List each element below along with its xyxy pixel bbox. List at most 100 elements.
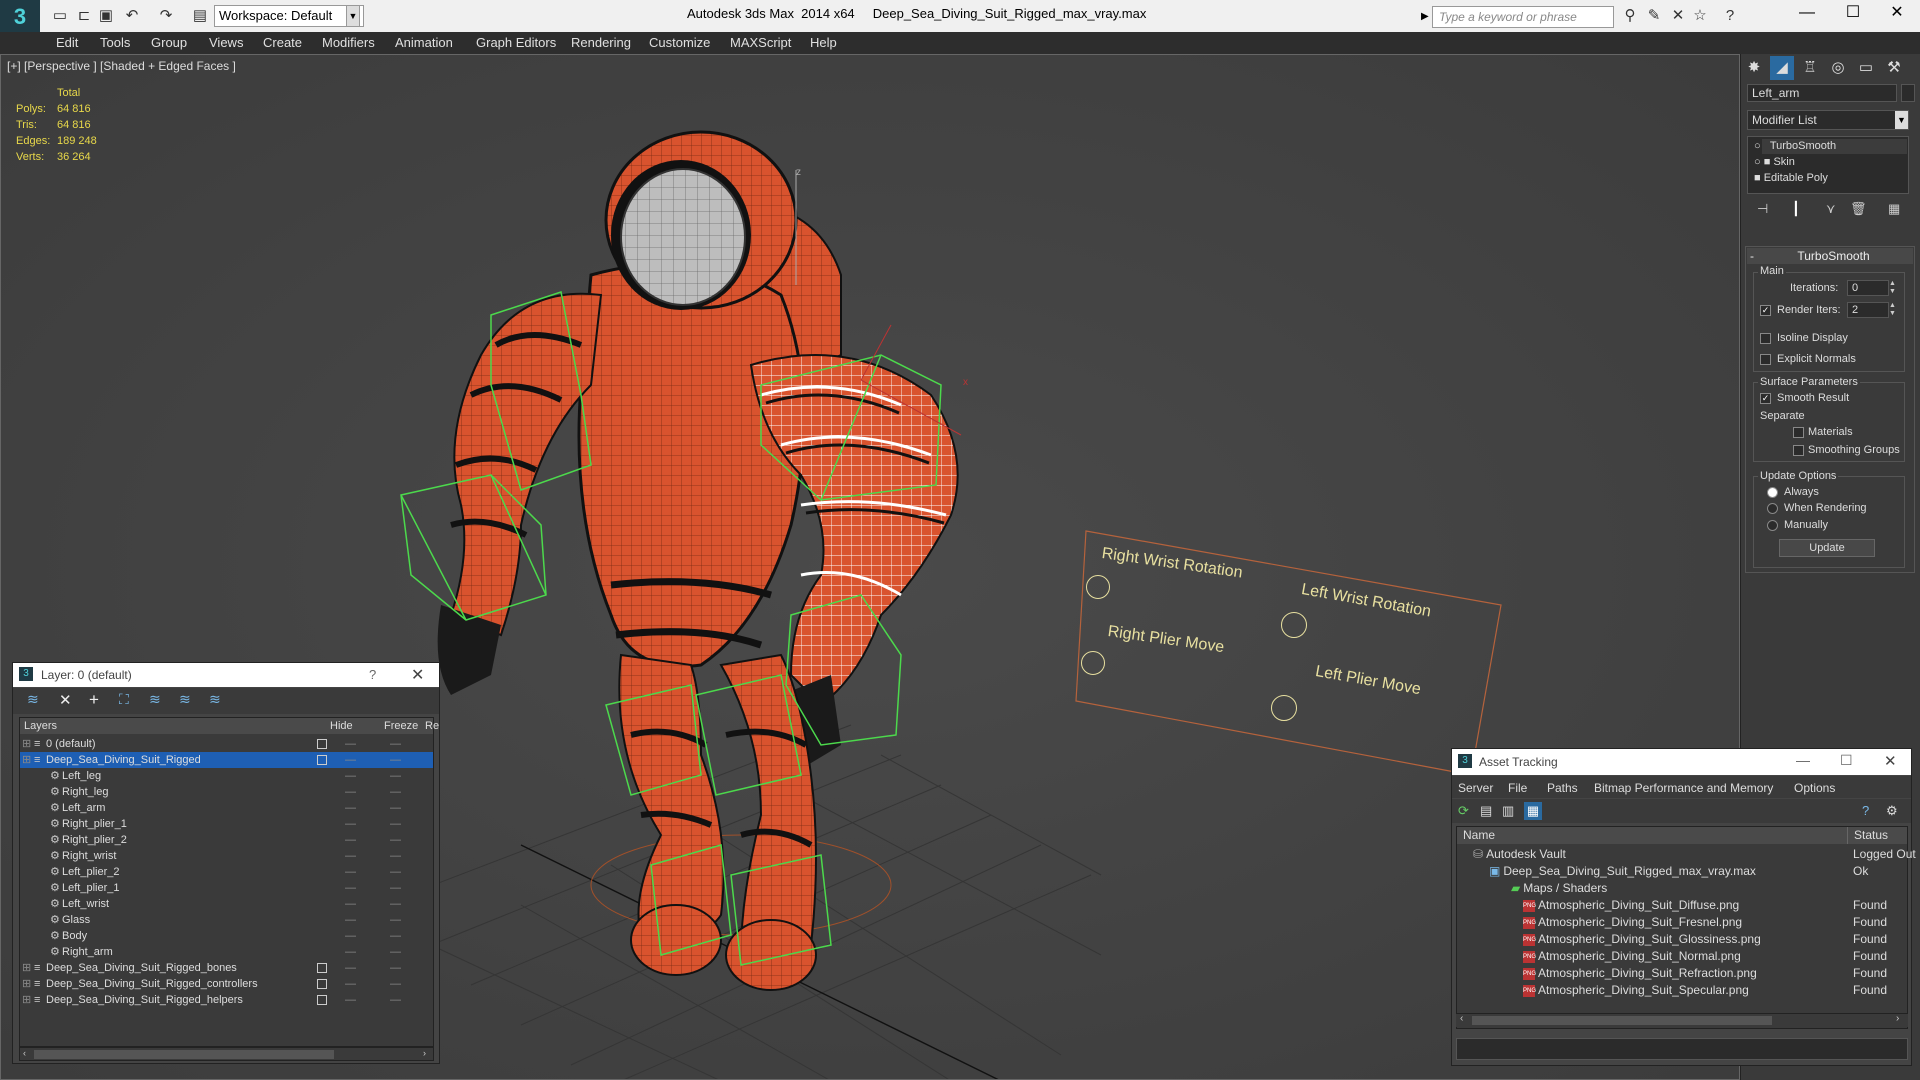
col-layers[interactable]: Layers [24,718,57,734]
layer-row[interactable]: ⊞ ≡ Deep_Sea_Diving_Suit_Rigged_helpers — — [20,992,433,1008]
hide-toggle-icon[interactable]: — [345,800,356,816]
show-end-result-icon[interactable]: ┃ [1792,201,1800,217]
chevron-down-icon[interactable]: ▼ [346,5,360,27]
menu-group[interactable]: Group [151,32,187,54]
hide-toggle-icon[interactable]: — [345,896,356,912]
close-icon[interactable]: ✕ [411,665,424,685]
menu-edit[interactable]: Edit [56,32,78,54]
menu-animation[interactable]: Animation [395,32,453,54]
table-view-icon[interactable]: ▦ [1524,802,1542,820]
iterations-spinner[interactable]: 0 [1847,280,1889,296]
add-selection-icon[interactable]: + [89,690,99,710]
hide-toggle-icon[interactable]: — [345,960,356,976]
menu-tools[interactable]: Tools [100,32,130,54]
layer-row[interactable]: ⚙ Left_plier_2 — — [20,864,433,880]
menu-views[interactable]: Views [209,32,243,54]
freeze-toggle-icon[interactable]: — [390,832,401,848]
right-wrist-controller[interactable] [1086,575,1110,599]
freeze-toggle-icon[interactable]: — [390,992,401,1008]
hide-all-icon[interactable]: ≋ [179,691,191,708]
object-name-field[interactable]: Left_arm [1747,84,1897,102]
scroll-left-icon[interactable]: ‹ [23,1048,26,1058]
menu-rendering[interactable]: Rendering [571,32,631,54]
menu-create[interactable]: Create [263,32,302,54]
tools-icon[interactable]: ✎ [1644,6,1664,26]
scroll-left-icon[interactable]: ‹ [1460,1013,1463,1024]
modify-tab-icon[interactable]: ◢ [1770,56,1794,80]
refresh-icon[interactable]: ⟳ [1458,803,1469,819]
hide-toggle-icon[interactable]: — [345,944,356,960]
viewport-label[interactable]: [+] [Perspective ] [Shaded + Edged Faces… [7,59,236,73]
manually-radio[interactable] [1767,520,1778,531]
make-unique-icon[interactable]: ⋎ [1826,201,1836,217]
freeze-toggle-icon[interactable]: — [390,736,401,752]
update-button[interactable]: Update [1779,539,1875,557]
minimize-icon[interactable]: — [1784,0,1830,28]
open-file-icon[interactable]: ⊏ [74,6,94,26]
list-view-icon[interactable]: ▤ [1480,803,1492,819]
layer-row[interactable]: ⊞ ≡ Deep_Sea_Diving_Suit_Rigged — — [20,752,433,768]
hide-toggle-icon[interactable]: — [345,752,356,768]
spinner-arrows-icon[interactable]: ▲ ▼ [1889,302,1899,318]
hide-toggle-icon[interactable]: — [345,992,356,1008]
smoothing-groups-checkbox[interactable] [1793,445,1804,456]
help-icon[interactable]: ? [1862,803,1869,818]
hide-toggle-icon[interactable]: — [345,912,356,928]
col-render[interactable]: Re [425,718,439,734]
scrollbar-thumb[interactable] [34,1050,334,1059]
horizontal-scrollbar[interactable]: ‹ › [19,1047,434,1061]
asset-row[interactable]: ▣ Deep_Sea_Diving_Suit_Rigged_max_vray.ma… [1457,863,1907,880]
hide-toggle-icon[interactable]: — [345,976,356,992]
app-logo-icon[interactable]: 3 [0,0,40,36]
smooth-result-checkbox[interactable]: ✓ [1760,393,1771,404]
stack-item-turbosmooth[interactable]: ○ TurboSmooth [1754,139,1907,154]
explicit-normals-checkbox[interactable] [1760,354,1771,365]
scrollbar-thumb[interactable] [1472,1016,1772,1025]
menu-modifiers[interactable]: Modifiers [322,32,375,54]
col-name[interactable]: Name [1463,827,1495,844]
col-status[interactable]: Status [1847,827,1888,844]
scroll-right-icon[interactable]: › [1896,1013,1899,1024]
asset-menu-paths[interactable]: Paths [1547,781,1578,795]
when-rendering-radio[interactable] [1767,503,1778,514]
freeze-toggle-icon[interactable]: — [390,864,401,880]
freeze-toggle-icon[interactable]: — [390,800,401,816]
asset-menu-options[interactable]: Options [1794,781,1835,795]
undo-icon[interactable]: ↶ [122,6,142,26]
col-hide[interactable]: Hide [330,718,353,734]
freeze-toggle-icon[interactable]: — [390,896,401,912]
layer-row[interactable]: ⚙ Glass — — [20,912,433,928]
freeze-toggle-icon[interactable]: — [390,960,401,976]
maximize-icon[interactable]: ☐ [1830,0,1876,28]
menu-customize[interactable]: Customize [649,32,710,54]
object-color-swatch[interactable] [1901,84,1915,102]
layer-window-titlebar[interactable]: 3 Layer: 0 (default) ? ✕ [13,663,439,687]
layer-row[interactable]: ⚙ Right_arm — — [20,944,433,960]
layer-row[interactable]: ⚙ Left_leg — — [20,768,433,784]
hide-toggle-icon[interactable]: — [345,832,356,848]
layer-row[interactable]: ⚙ Body — — [20,928,433,944]
asset-menu-bitmap[interactable]: Bitmap Performance and Memory [1594,781,1773,795]
minimize-icon[interactable]: — [1796,752,1810,768]
hide-toggle-icon[interactable]: — [345,848,356,864]
spinner-arrows-icon[interactable]: ▲ ▼ [1889,280,1899,296]
left-wrist-controller[interactable] [1281,612,1307,638]
layer-row[interactable]: ⚙ Left_wrist — — [20,896,433,912]
help-icon[interactable]: ? [1720,6,1740,26]
help-button[interactable]: ? [369,667,376,682]
modifier-list-dropdown[interactable]: Modifier List [1747,110,1909,130]
current-layer-checkbox[interactable] [317,995,327,1005]
hierarchy-tab-icon[interactable]: ♖ [1798,56,1822,80]
expand-icon[interactable]: ⊞ [22,992,31,1008]
layer-row[interactable]: ⚙ Right_plier_1 — — [20,816,433,832]
utilities-tab-icon[interactable]: ⚒ [1882,56,1906,80]
current-layer-checkbox[interactable] [317,739,327,749]
redo-icon[interactable]: ↷ [156,6,176,26]
stack-item-editable-poly[interactable]: ■ Editable Poly [1754,171,1904,186]
chevron-down-icon[interactable]: ▼ [1895,111,1908,129]
layer-row[interactable]: ⊞ ≡ Deep_Sea_Diving_Suit_Rigged_controller… [20,976,433,992]
hide-toggle-icon[interactable]: — [345,736,356,752]
col-freeze[interactable]: Freeze [384,718,418,734]
asset-row[interactable]: PNG Atmospheric_Diving_Suit_Refraction.pn… [1457,965,1907,982]
freeze-toggle-icon[interactable]: — [390,768,401,784]
